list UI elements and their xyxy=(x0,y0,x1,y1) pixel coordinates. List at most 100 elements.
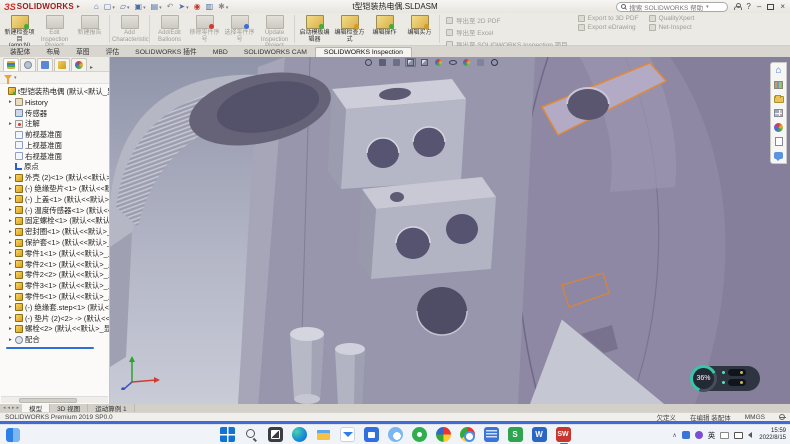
tree-item-component[interactable]: 零件2<1> (默认<<默认>_显示状态 xyxy=(0,259,109,270)
tree-item-component[interactable]: 外壳 (2)<1> (默认<<默认>_显示状态 xyxy=(0,172,109,183)
configurationmanager-tab[interactable] xyxy=(37,58,53,71)
taskbar-clock[interactable]: 15:59 2022/8/15 xyxy=(759,428,786,443)
tray-app-icon[interactable] xyxy=(682,431,690,439)
remove-balloons-button[interactable]: 移除零件序号 xyxy=(187,14,222,44)
login-icon[interactable] xyxy=(734,3,740,10)
tree-item-history[interactable]: History xyxy=(0,97,109,108)
graphics-viewport[interactable]: ⌂ 36% xyxy=(110,57,790,404)
add-edit-balloons-button[interactable]: Add/Edit Balloons xyxy=(152,14,187,44)
edit-inspection-project-button[interactable]: Edit Inspection Project xyxy=(37,14,72,44)
minimize-button[interactable]: – xyxy=(757,2,761,11)
edit-operations-button[interactable]: 编辑操作 xyxy=(367,14,402,44)
store-icon[interactable] xyxy=(364,427,379,442)
tree-item-component[interactable]: (-) 温度传感器<1> (默认<<默认>_显 xyxy=(0,205,109,216)
tree-item-mates[interactable]: 配合 xyxy=(0,334,109,345)
file-explorer-icon[interactable] xyxy=(773,94,784,104)
tree-item-annotations[interactable]: 注解 xyxy=(0,118,109,129)
green-app-icon[interactable] xyxy=(412,427,427,442)
tab-model[interactable]: 模型 xyxy=(22,404,50,412)
filter-dropdown-icon[interactable]: ▾ xyxy=(14,75,17,81)
search-dropdown-icon[interactable]: ▾ xyxy=(706,4,709,10)
featuremanager-tab[interactable] xyxy=(3,58,19,71)
tree-item-component[interactable]: (-) 垫片 (2)<2> -> (默认<<默认>_ xyxy=(0,313,109,324)
appearances-scenes-icon[interactable] xyxy=(773,122,784,132)
tree-item-component[interactable]: (-) 上盖<1> (默认<<默认>_显示状态 xyxy=(0,194,109,205)
taskbar-search-icon[interactable] xyxy=(244,427,259,442)
help-button[interactable]: ? xyxy=(746,2,750,11)
tab-scroll-arrows[interactable]: ◂◂▸▸ xyxy=(0,404,22,412)
tree-item-root[interactable]: t型铠装热电偶 (默认<默认_显示状态-1> xyxy=(0,86,109,97)
apply-scene-icon[interactable] xyxy=(475,58,486,67)
touch-keyboard-icon[interactable] xyxy=(720,432,729,439)
new-inspection-project-button[interactable]: 新建检查项目(amp;N) xyxy=(2,14,37,44)
remote-desktop-icon[interactable] xyxy=(484,427,499,442)
3d-model-view[interactable] xyxy=(110,57,790,404)
tree-item-component[interactable]: 零件1<1> (默认<<默认>_显示状态 xyxy=(0,248,109,259)
close-button[interactable]: × xyxy=(780,2,785,11)
edge-icon[interactable] xyxy=(292,427,307,442)
update-inspection-project-button[interactable]: Update Inspection Project xyxy=(257,14,292,44)
open-icon[interactable]: ▱ xyxy=(120,3,130,11)
tree-item-component[interactable]: 零件2<2> (默认<<默认>_显示状态 xyxy=(0,270,109,281)
net-inspect-button[interactable]: Net-Inspect xyxy=(649,24,695,31)
tree-filter-row[interactable]: ▾ xyxy=(0,72,109,84)
options-gear-icon[interactable]: ✱ xyxy=(218,3,228,11)
tab-evaluate[interactable]: 评估 xyxy=(98,45,128,57)
zoom-area-icon[interactable] xyxy=(377,58,388,67)
menu-flyout-icon[interactable]: ▸ xyxy=(77,3,80,10)
previous-view-icon[interactable] xyxy=(391,58,402,67)
word-icon[interactable]: W xyxy=(532,427,547,442)
qualityxpert-button[interactable]: QualityXpert xyxy=(649,15,695,22)
display-settings-icon[interactable]: ▥ xyxy=(206,3,214,11)
network-icon[interactable] xyxy=(734,432,743,439)
tray-expand-icon[interactable]: ∧ xyxy=(672,432,676,439)
export-2d-pdf-button[interactable]: 导出至 2D PDF xyxy=(446,15,568,25)
home-icon[interactable]: ⌂ xyxy=(94,3,99,11)
custom-properties-icon[interactable] xyxy=(773,136,784,146)
view-orientation-icon[interactable] xyxy=(419,58,430,67)
edit-vendors-button[interactable]: 编辑买方 xyxy=(402,14,437,44)
tree-item-component[interactable]: 保护套<1> (默认<<默认>_显示状态 xyxy=(0,237,109,248)
mail-icon[interactable] xyxy=(340,427,355,442)
tree-item-top-plane[interactable]: 上视基准面 xyxy=(0,140,109,151)
browser-wheel-icon[interactable] xyxy=(436,427,451,442)
tree-item-sensors[interactable]: 传感器 xyxy=(0,108,109,119)
zoom-fit-icon[interactable] xyxy=(363,58,374,67)
edit-inspection-methods-button[interactable]: 编辑检查方式 xyxy=(332,14,367,44)
design-library-icon[interactable] xyxy=(773,80,784,90)
weather-icon[interactable] xyxy=(388,427,403,442)
export-excel-button[interactable]: 导出至 Excel xyxy=(446,27,568,37)
export-edrawing-button[interactable]: Export eDrawing xyxy=(578,24,639,31)
status-globe-icon[interactable] xyxy=(779,414,785,420)
scrollbar-thumb[interactable] xyxy=(19,398,77,403)
hide-show-items-icon[interactable] xyxy=(447,58,458,67)
tree-item-right-plane[interactable]: 右视基准面 xyxy=(0,151,109,162)
tab-layout[interactable]: 布局 xyxy=(38,45,68,57)
rebuild-icon[interactable]: ◉ xyxy=(194,3,201,11)
tab-mbd[interactable]: MBD xyxy=(205,48,236,57)
add-characteristic-button[interactable]: Add Characteristic xyxy=(112,14,147,44)
export-3d-pdf-button[interactable]: Export to 3D PDF xyxy=(578,15,639,22)
ime-indicator[interactable]: 英 xyxy=(708,430,716,441)
start-icon[interactable] xyxy=(220,427,235,442)
tab-inspection[interactable]: SOLIDWORKS Inspection xyxy=(315,47,412,57)
tree-item-front-plane[interactable]: 前视基准面 xyxy=(0,129,109,140)
tab-3d-views[interactable]: 3D 视图 xyxy=(50,404,88,412)
solidworks-resources-icon[interactable]: ⌂ xyxy=(773,66,784,76)
tab-motion-study[interactable]: 运动算例 1 xyxy=(88,404,134,412)
tree-item-component[interactable]: 固定螺栓<1> (默认<<默认>_显示状态 xyxy=(0,216,109,227)
launch-template-editor-button[interactable]: 启动模板编辑器 xyxy=(297,14,332,44)
tree-item-component[interactable]: (-) 绝缘套.step<1> (默认<<默认>_ xyxy=(0,302,109,313)
overlay-toggle-1[interactable] xyxy=(722,369,746,376)
search-input[interactable]: 搜索 SOLIDWORKS 帮助 ▾ xyxy=(616,2,728,12)
propertymanager-tab[interactable] xyxy=(20,58,36,71)
tab-addins[interactable]: SOLIDWORKS 插件 xyxy=(127,45,205,57)
select-balloons-button[interactable]: 选择零件序号 xyxy=(222,14,257,44)
status-units[interactable]: MMGS xyxy=(745,414,765,421)
display-style-icon[interactable] xyxy=(433,58,444,67)
tab-sketch[interactable]: 草图 xyxy=(68,45,98,57)
print-icon[interactable]: ▤ xyxy=(151,3,162,11)
tree-item-component[interactable]: 零件5<1> (默认<<默认>_显示状态 xyxy=(0,291,109,302)
restore-button[interactable] xyxy=(767,4,774,10)
select-arrow-icon[interactable]: ➤ xyxy=(178,3,188,11)
